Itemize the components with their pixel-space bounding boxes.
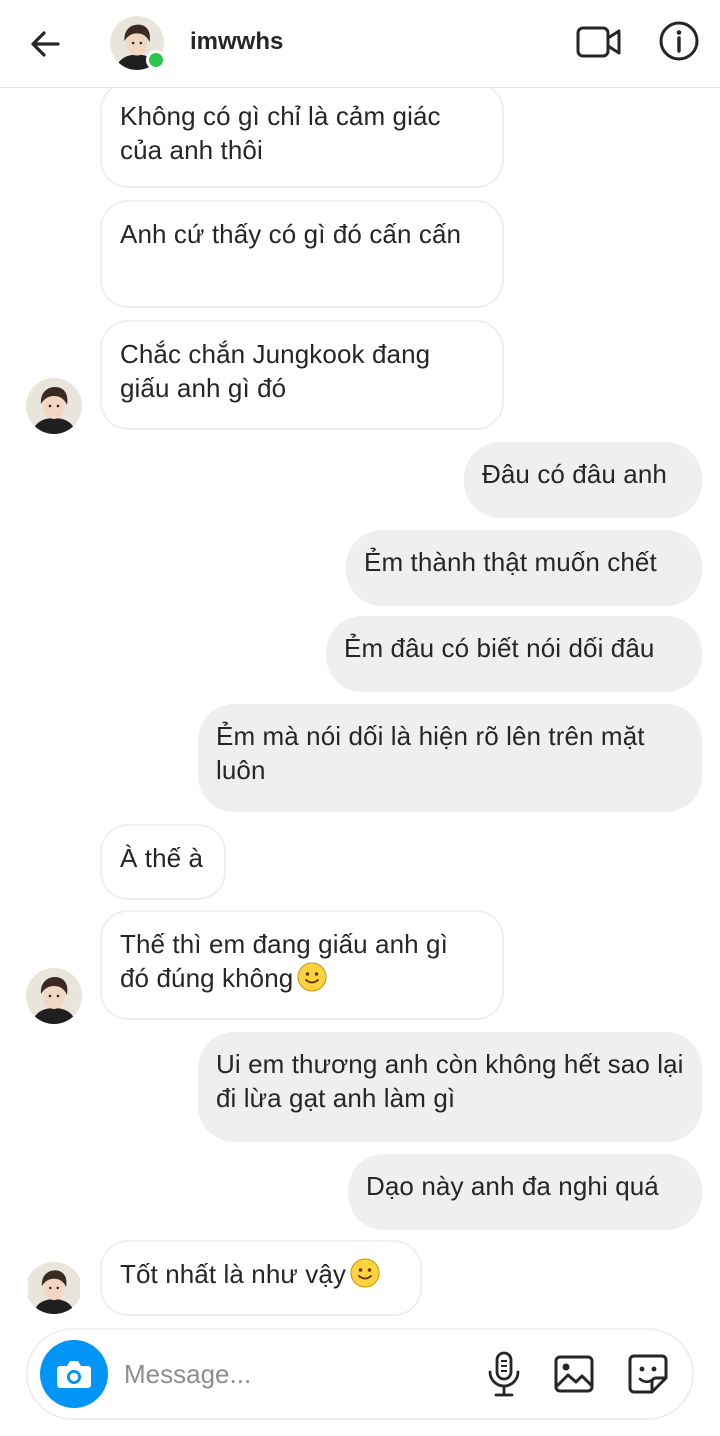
message-bubble-outgoing[interactable]: Ẻm mà nói dối là hiện rõ lên trên mặt lu… [198, 704, 702, 812]
sender-avatar[interactable] [26, 1262, 82, 1314]
message-text: Dạo này anh đa nghi quá [366, 1171, 659, 1201]
message-bubble-incoming[interactable]: Anh cứ thấy có gì đó cấn cấn [100, 200, 504, 308]
message-text: Đâu có đâu anh [482, 459, 667, 489]
message-composer [26, 1328, 694, 1420]
message-text: À thế à [120, 843, 204, 873]
message-text: Ui em thương anh còn không hết sao lại đ… [216, 1049, 684, 1113]
chat-header: imwwhs [0, 0, 720, 88]
message-text: Chắc chắn Jungkook đang giấu anh gì đó [120, 339, 431, 403]
slight-smile-emoji [350, 1258, 380, 1288]
message-bubble-incoming[interactable]: Tốt nhất là như vậy [100, 1240, 422, 1316]
arrow-left-icon[interactable] [26, 24, 66, 64]
message-bubble-outgoing[interactable]: Dạo này anh đa nghi quá [348, 1154, 702, 1230]
video-call-icon[interactable] [576, 22, 622, 62]
camera-icon [57, 1361, 91, 1388]
info-icon[interactable] [658, 20, 700, 62]
message-bubble-incoming[interactable]: Không có gì chỉ là cảm giác của anh thôi [100, 82, 504, 188]
camera-button[interactable] [40, 1340, 108, 1408]
online-status-indicator [146, 50, 166, 70]
message-text: Ẻm thành thật muốn chết [364, 547, 657, 577]
message-bubble-outgoing[interactable]: Ẻm thành thật muốn chết [346, 530, 702, 606]
message-bubble-incoming[interactable]: Chắc chắn Jungkook đang giấu anh gì đó [100, 320, 504, 430]
message-text: Anh cứ thấy có gì đó cấn cấn [120, 219, 462, 249]
sender-avatar[interactable] [26, 968, 82, 1024]
message-text: Thế thì em đang giấu anh gì đó đúng khôn… [120, 929, 448, 993]
message-bubble-incoming[interactable]: Thế thì em đang giấu anh gì đó đúng khôn… [100, 910, 504, 1020]
microphone-icon[interactable] [484, 1350, 524, 1398]
message-bubble-outgoing[interactable]: Ui em thương anh còn không hết sao lại đ… [198, 1032, 702, 1142]
message-bubble-outgoing[interactable]: Ẻm đâu có biết nói dối đâu [326, 616, 702, 692]
message-text: Tốt nhất là như vậy [120, 1259, 346, 1289]
message-bubble-outgoing[interactable]: Đâu có đâu anh [464, 442, 702, 518]
sticker-icon[interactable] [626, 1352, 670, 1396]
sender-avatar[interactable] [26, 378, 82, 434]
message-text: Không có gì chỉ là cảm giác của anh thôi [120, 101, 441, 165]
image-gallery-icon[interactable] [552, 1352, 596, 1396]
message-input[interactable] [124, 1352, 444, 1396]
message-text: Ẻm mà nói dối là hiện rõ lên trên mặt lu… [216, 721, 645, 785]
message-bubble-incoming[interactable]: À thế à [100, 824, 226, 900]
slight-smile-emoji [297, 962, 327, 992]
chat-username[interactable]: imwwhs [190, 28, 283, 56]
message-text: Ẻm đâu có biết nói dối đâu [344, 633, 655, 663]
